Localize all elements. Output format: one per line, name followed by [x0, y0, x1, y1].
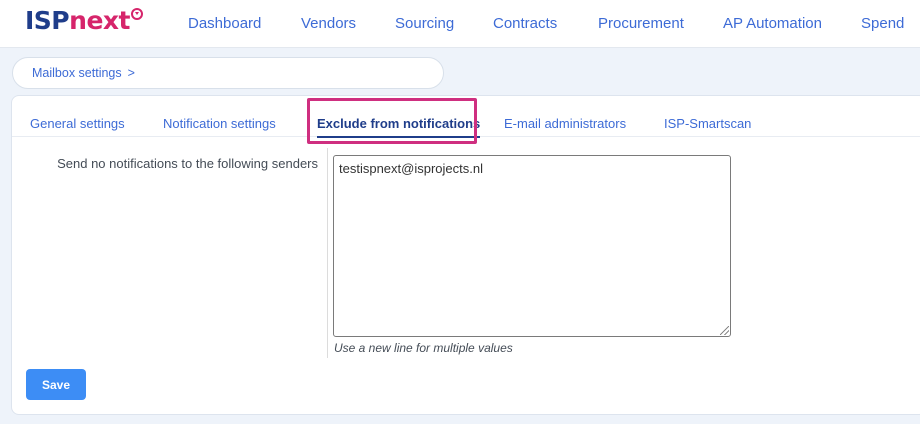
multiple-values-hint: Use a new line for multiple values — [334, 341, 513, 355]
nav-item-dashboard[interactable]: Dashboard — [188, 15, 261, 32]
breadcrumb: Mailbox settings > — [12, 57, 444, 89]
nav-item-contracts[interactable]: Contracts — [493, 15, 557, 32]
nav-item-vendors[interactable]: Vendors — [301, 15, 356, 32]
resize-handle-icon[interactable] — [720, 326, 729, 335]
excluded-senders-label: Send no notifications to the following s… — [57, 156, 318, 171]
nav-item-ap-automation[interactable]: AP Automation — [723, 15, 822, 32]
tab-notification-settings[interactable]: Notification settings — [163, 116, 276, 131]
nav-item-procurement[interactable]: Procurement — [598, 15, 684, 32]
save-button[interactable]: Save — [26, 369, 86, 400]
excluded-senders-textarea[interactable]: testispnext@isprojects.nl — [333, 155, 731, 337]
tab-isp-smartscan[interactable]: ISP-Smartscan — [664, 116, 751, 131]
nav-item-sourcing[interactable]: Sourcing — [395, 15, 454, 32]
breadcrumb-separator: > — [127, 66, 135, 80]
tab-email-administrators[interactable]: E-mail administrators — [504, 116, 626, 131]
form-divider — [327, 148, 328, 358]
ispnext-logo[interactable]: ISP next — [25, 6, 143, 42]
settings-card: General settings Notification settings E… — [11, 95, 920, 415]
nav-item-spend[interactable]: Spend — [861, 15, 904, 32]
breadcrumb-item-mailbox-settings[interactable]: Mailbox settings — [32, 66, 122, 80]
logo-badge-icon — [130, 8, 143, 20]
logo-text-secondary: next — [69, 6, 130, 35]
tab-general-settings[interactable]: General settings — [30, 116, 125, 131]
top-navigation-bar: ISP next Dashboard Vendors Sourcing Cont… — [0, 0, 920, 48]
logo-text-primary: ISP — [25, 6, 70, 35]
tab-highlight-box — [307, 98, 477, 144]
